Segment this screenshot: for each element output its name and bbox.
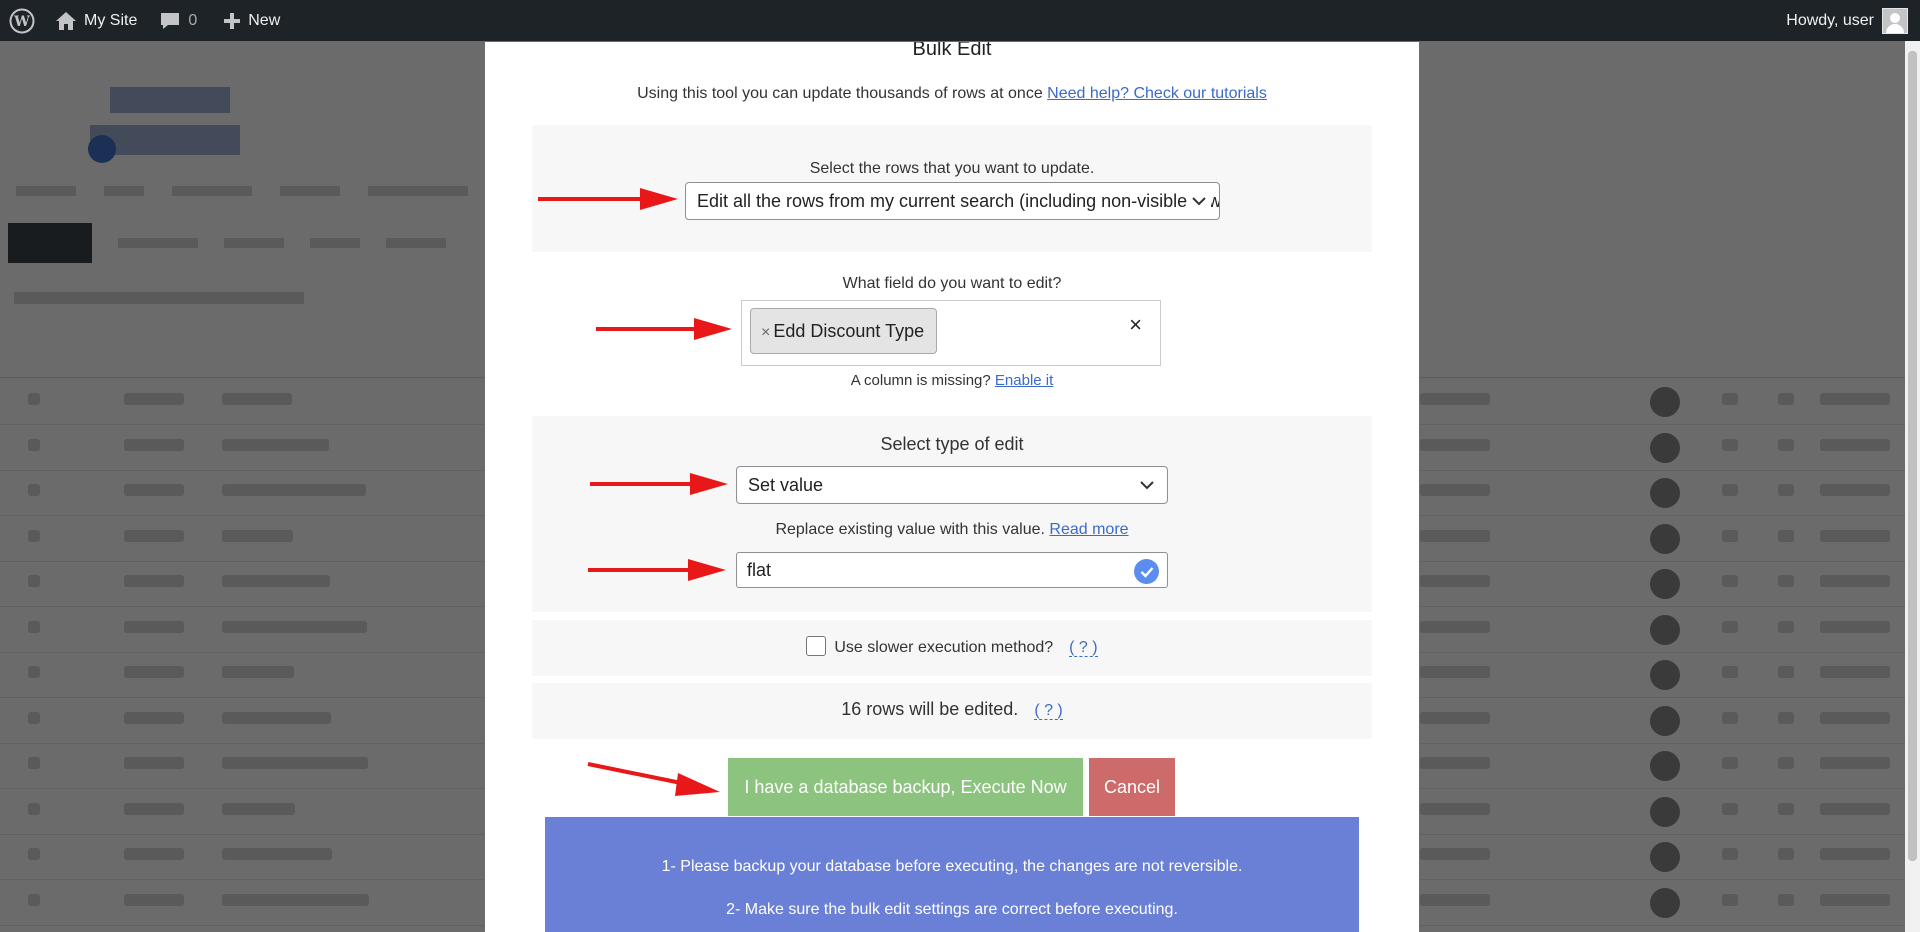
field-tag: × Edd Discount Type (750, 308, 937, 354)
remove-tag-icon[interactable]: × (761, 324, 770, 341)
replace-text: Replace existing value with this value. (775, 521, 1045, 538)
comments-link[interactable]: 0 (147, 0, 207, 41)
howdy-text: Howdy, user (1786, 11, 1874, 29)
my-account[interactable]: Howdy, user (1786, 0, 1908, 41)
arrow-icon (588, 559, 726, 581)
rows-help-link[interactable]: ( ? ) (1034, 702, 1063, 720)
new-label: New (248, 11, 281, 29)
warning-note-1: 1- Please backup your database before ex… (661, 858, 1243, 875)
site-name-link[interactable]: My Site (45, 0, 147, 41)
replace-note: Replace existing value with this value. … (532, 521, 1372, 539)
slower-label: Use slower execution method? (834, 639, 1054, 656)
arrow-icon (590, 473, 728, 495)
clear-icon[interactable]: × (1129, 312, 1142, 338)
edit-type-value: Set value (748, 475, 824, 495)
chevron-down-icon (1187, 183, 1211, 219)
rows-count-text: 16 rows will be edited. (841, 699, 1019, 719)
edit-type-label: Select type of edit (880, 434, 1024, 454)
slower-help-link[interactable]: ( ? ) (1069, 639, 1098, 657)
arrow-icon (587, 762, 720, 796)
site-name: My Site (84, 11, 138, 29)
cancel-button[interactable]: Cancel (1089, 758, 1175, 816)
help-link[interactable]: Need help? Check our tutorials (1047, 85, 1267, 102)
value-input-text: flat (747, 560, 772, 580)
avatar (1882, 7, 1908, 34)
home-icon (56, 11, 76, 30)
arrow-icon (596, 318, 732, 340)
page-scrollbar[interactable] (1905, 41, 1920, 932)
edit-type-select[interactable]: Set value (736, 466, 1168, 504)
check-icon (1134, 559, 1159, 584)
rows-count-row: 16 rows will be edited. ( ? ) (532, 699, 1372, 720)
rows-count-panel: 16 rows will be edited. ( ? ) (532, 683, 1372, 739)
chevron-down-icon (1135, 467, 1159, 503)
slower-checkbox[interactable] (806, 636, 827, 656)
rows-label: Select the rows that you want to update. (809, 160, 1095, 177)
plus-icon (224, 12, 241, 29)
execute-button[interactable]: I have a database backup, Execute Now (728, 758, 1083, 816)
field-tag-label: Edd Discount Type (773, 321, 925, 341)
warning-note-2: 2- Make sure the bulk edit settings are … (726, 901, 1178, 918)
value-input[interactable]: flat (736, 552, 1168, 588)
modal-intro: Using this tool you can update thousands… (485, 85, 1419, 103)
field-label: What field do you want to edit? (842, 275, 1062, 292)
read-more-link[interactable]: Read more (1049, 521, 1128, 538)
slower-panel: Use slower execution method? ( ? ) (532, 620, 1372, 676)
modal-title: Bulk Edit (912, 42, 992, 60)
enable-it-link[interactable]: Enable it (995, 372, 1053, 389)
svg-text:W: W (13, 14, 30, 30)
comment-icon (161, 12, 180, 29)
rows-select-value: Edit all the rows from my current search… (697, 191, 1220, 211)
intro-text: Using this tool you can update thousands… (637, 85, 1043, 102)
slower-row: Use slower execution method? ( ? ) (532, 636, 1372, 657)
rows-select[interactable]: Edit all the rows from my current search… (685, 182, 1220, 220)
new-content-link[interactable]: New (207, 0, 290, 41)
warning-box: 1- Please backup your database before ex… (545, 817, 1359, 932)
wordpress-logo-icon[interactable]: W (0, 0, 45, 41)
missing-text: A column is missing? (850, 372, 991, 389)
arrow-icon (538, 188, 678, 210)
admin-bar: W My Site 0 New Howdy, user (0, 0, 1920, 41)
comments-count: 0 (188, 11, 198, 29)
missing-column-note: A column is missing? Enable it (485, 372, 1419, 389)
field-select[interactable]: × Edd Discount Type × (741, 300, 1161, 366)
